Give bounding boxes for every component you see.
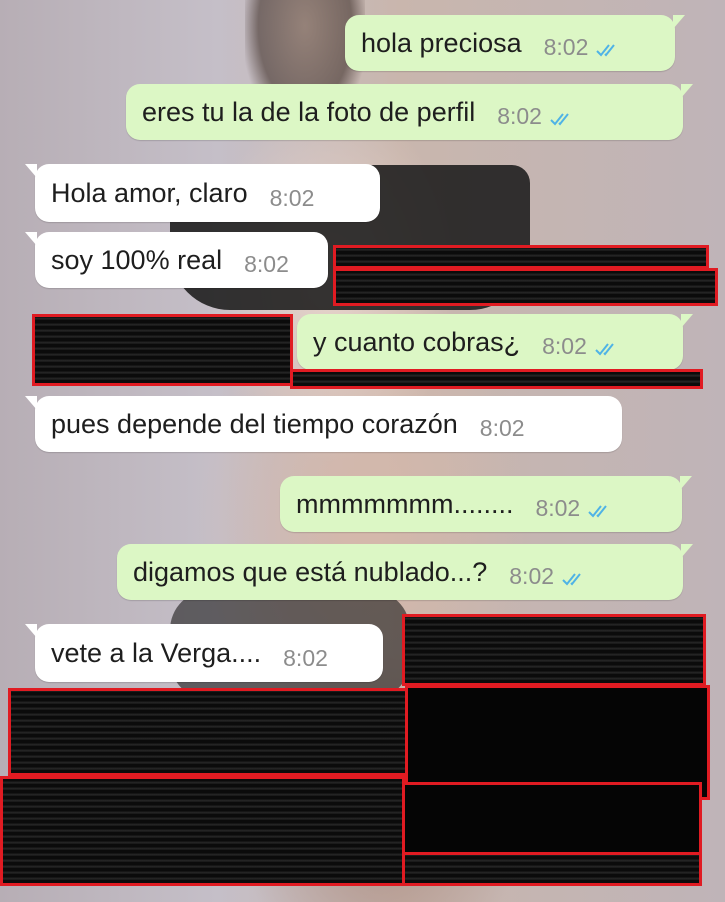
message-text: eres tu la de la foto de perfil (142, 96, 476, 127)
message-bubble-outgoing[interactable]: hola preciosa 8:02 (345, 15, 685, 71)
redaction-box (0, 776, 405, 886)
message-text: pues depende del tiempo corazón (51, 408, 458, 439)
message-bubble-outgoing[interactable]: eres tu la de la foto de perfil 8:02 (126, 84, 693, 140)
message-bubble-incoming[interactable]: Hola amor, claro 8:02 (25, 164, 380, 222)
read-receipt-icon (588, 503, 614, 519)
redaction-box (402, 782, 702, 858)
message-time: 8:02 (509, 563, 555, 589)
redaction-box (290, 369, 703, 389)
redaction-box (8, 688, 408, 776)
read-receipt-icon (595, 341, 621, 357)
message-time: 8:02 (244, 251, 289, 277)
message-bubble-incoming[interactable]: pues depende del tiempo corazón 8:02 (25, 396, 622, 452)
message-text: digamos que está nublado...? (133, 556, 488, 587)
message-meta: 8:02 (497, 103, 576, 130)
message-time: 8:02 (543, 34, 589, 60)
message-time: 8:02 (269, 185, 315, 211)
message-time: 8:02 (497, 103, 542, 129)
message-text: vete a la Verga.... (51, 637, 262, 668)
redaction-box (32, 314, 293, 386)
redaction-box (402, 852, 702, 886)
message-meta: 8:02 (535, 495, 614, 522)
redaction-box (402, 614, 706, 686)
message-text: hola preciosa (361, 27, 522, 58)
read-receipt-icon (596, 42, 622, 58)
redaction-box (333, 245, 709, 269)
message-meta: 8:02 (480, 415, 525, 442)
message-meta: 8:02 (270, 185, 315, 212)
message-meta: 8:02 (544, 34, 623, 61)
message-time: 8:02 (535, 495, 581, 521)
read-receipt-icon (550, 111, 576, 127)
message-bubble-outgoing[interactable]: mmmmmmm........ 8:02 (280, 476, 692, 532)
redaction-box (333, 268, 718, 306)
message-bubble-incoming[interactable]: soy 100% real 8:02 (25, 232, 328, 288)
message-bubble-incoming[interactable]: vete a la Verga.... 8:02 (25, 624, 383, 682)
message-meta: 8:02 (244, 251, 289, 278)
message-text: y cuanto cobras¿ (313, 326, 521, 357)
message-time: 8:02 (542, 333, 587, 359)
message-bubble-outgoing[interactable]: y cuanto cobras¿ 8:02 (297, 314, 693, 370)
message-time: 8:02 (283, 645, 328, 671)
message-meta: 8:02 (509, 563, 588, 590)
message-meta: 8:02 (542, 333, 621, 360)
message-meta: 8:02 (283, 645, 328, 672)
message-text: Hola amor, claro (51, 177, 248, 208)
message-text: mmmmmmm........ (296, 488, 514, 519)
message-bubble-outgoing[interactable]: digamos que está nublado...? 8:02 (117, 544, 693, 600)
read-receipt-icon (562, 571, 588, 587)
message-text: soy 100% real (51, 244, 223, 275)
message-time: 8:02 (479, 415, 525, 441)
